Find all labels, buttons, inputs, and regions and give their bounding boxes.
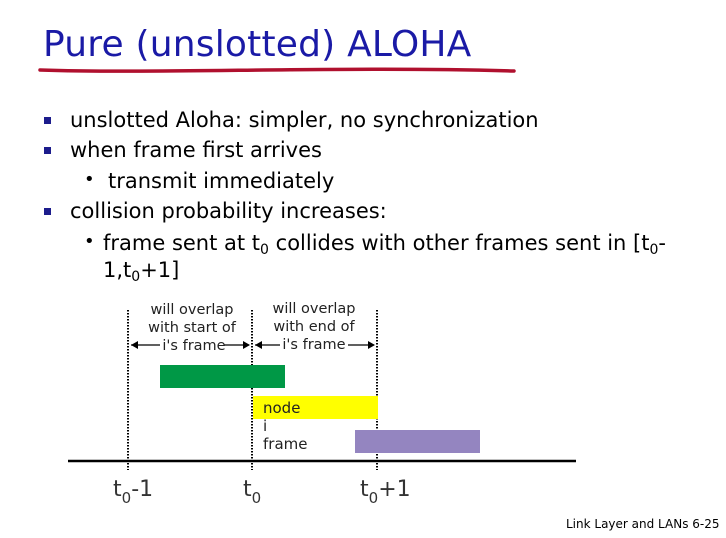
label-line: will overlap [150, 302, 234, 318]
label-line: with end of [273, 319, 355, 335]
label-overlap-start: will overlap with start of i's frame [140, 301, 244, 355]
tick-t0-minus-1: t0-1 [113, 477, 153, 507]
arrowhead [255, 341, 262, 349]
arrowhead [131, 341, 138, 349]
label-line: with start of [148, 320, 236, 336]
tick-t0: t0 [243, 477, 261, 507]
slide-footer: Link Layer and LANs 6-25 [566, 517, 720, 531]
green-frame [160, 365, 285, 388]
tick-text: -1 [131, 477, 154, 502]
label-line: i's frame [282, 337, 346, 353]
tick-text: +1 [378, 477, 411, 502]
tick-subscript: 0 [121, 489, 132, 507]
tick-text: t [113, 477, 122, 502]
tick-text: t [243, 477, 252, 502]
arrowhead [243, 341, 250, 349]
diagram-graphics [68, 310, 576, 470]
node-i-frame-label: node i frame [263, 399, 308, 453]
tick-subscript: 0 [251, 489, 262, 507]
tick-text: t [360, 477, 369, 502]
tick-subscript: 0 [368, 489, 379, 507]
tick-t0-plus-1: t0+1 [360, 477, 411, 507]
arrowhead [368, 341, 375, 349]
label-overlap-end: will overlap with end of i's frame [264, 300, 364, 354]
purple-frame [355, 430, 480, 453]
label-line: will overlap [272, 301, 356, 317]
label-line: i's frame [162, 338, 226, 354]
